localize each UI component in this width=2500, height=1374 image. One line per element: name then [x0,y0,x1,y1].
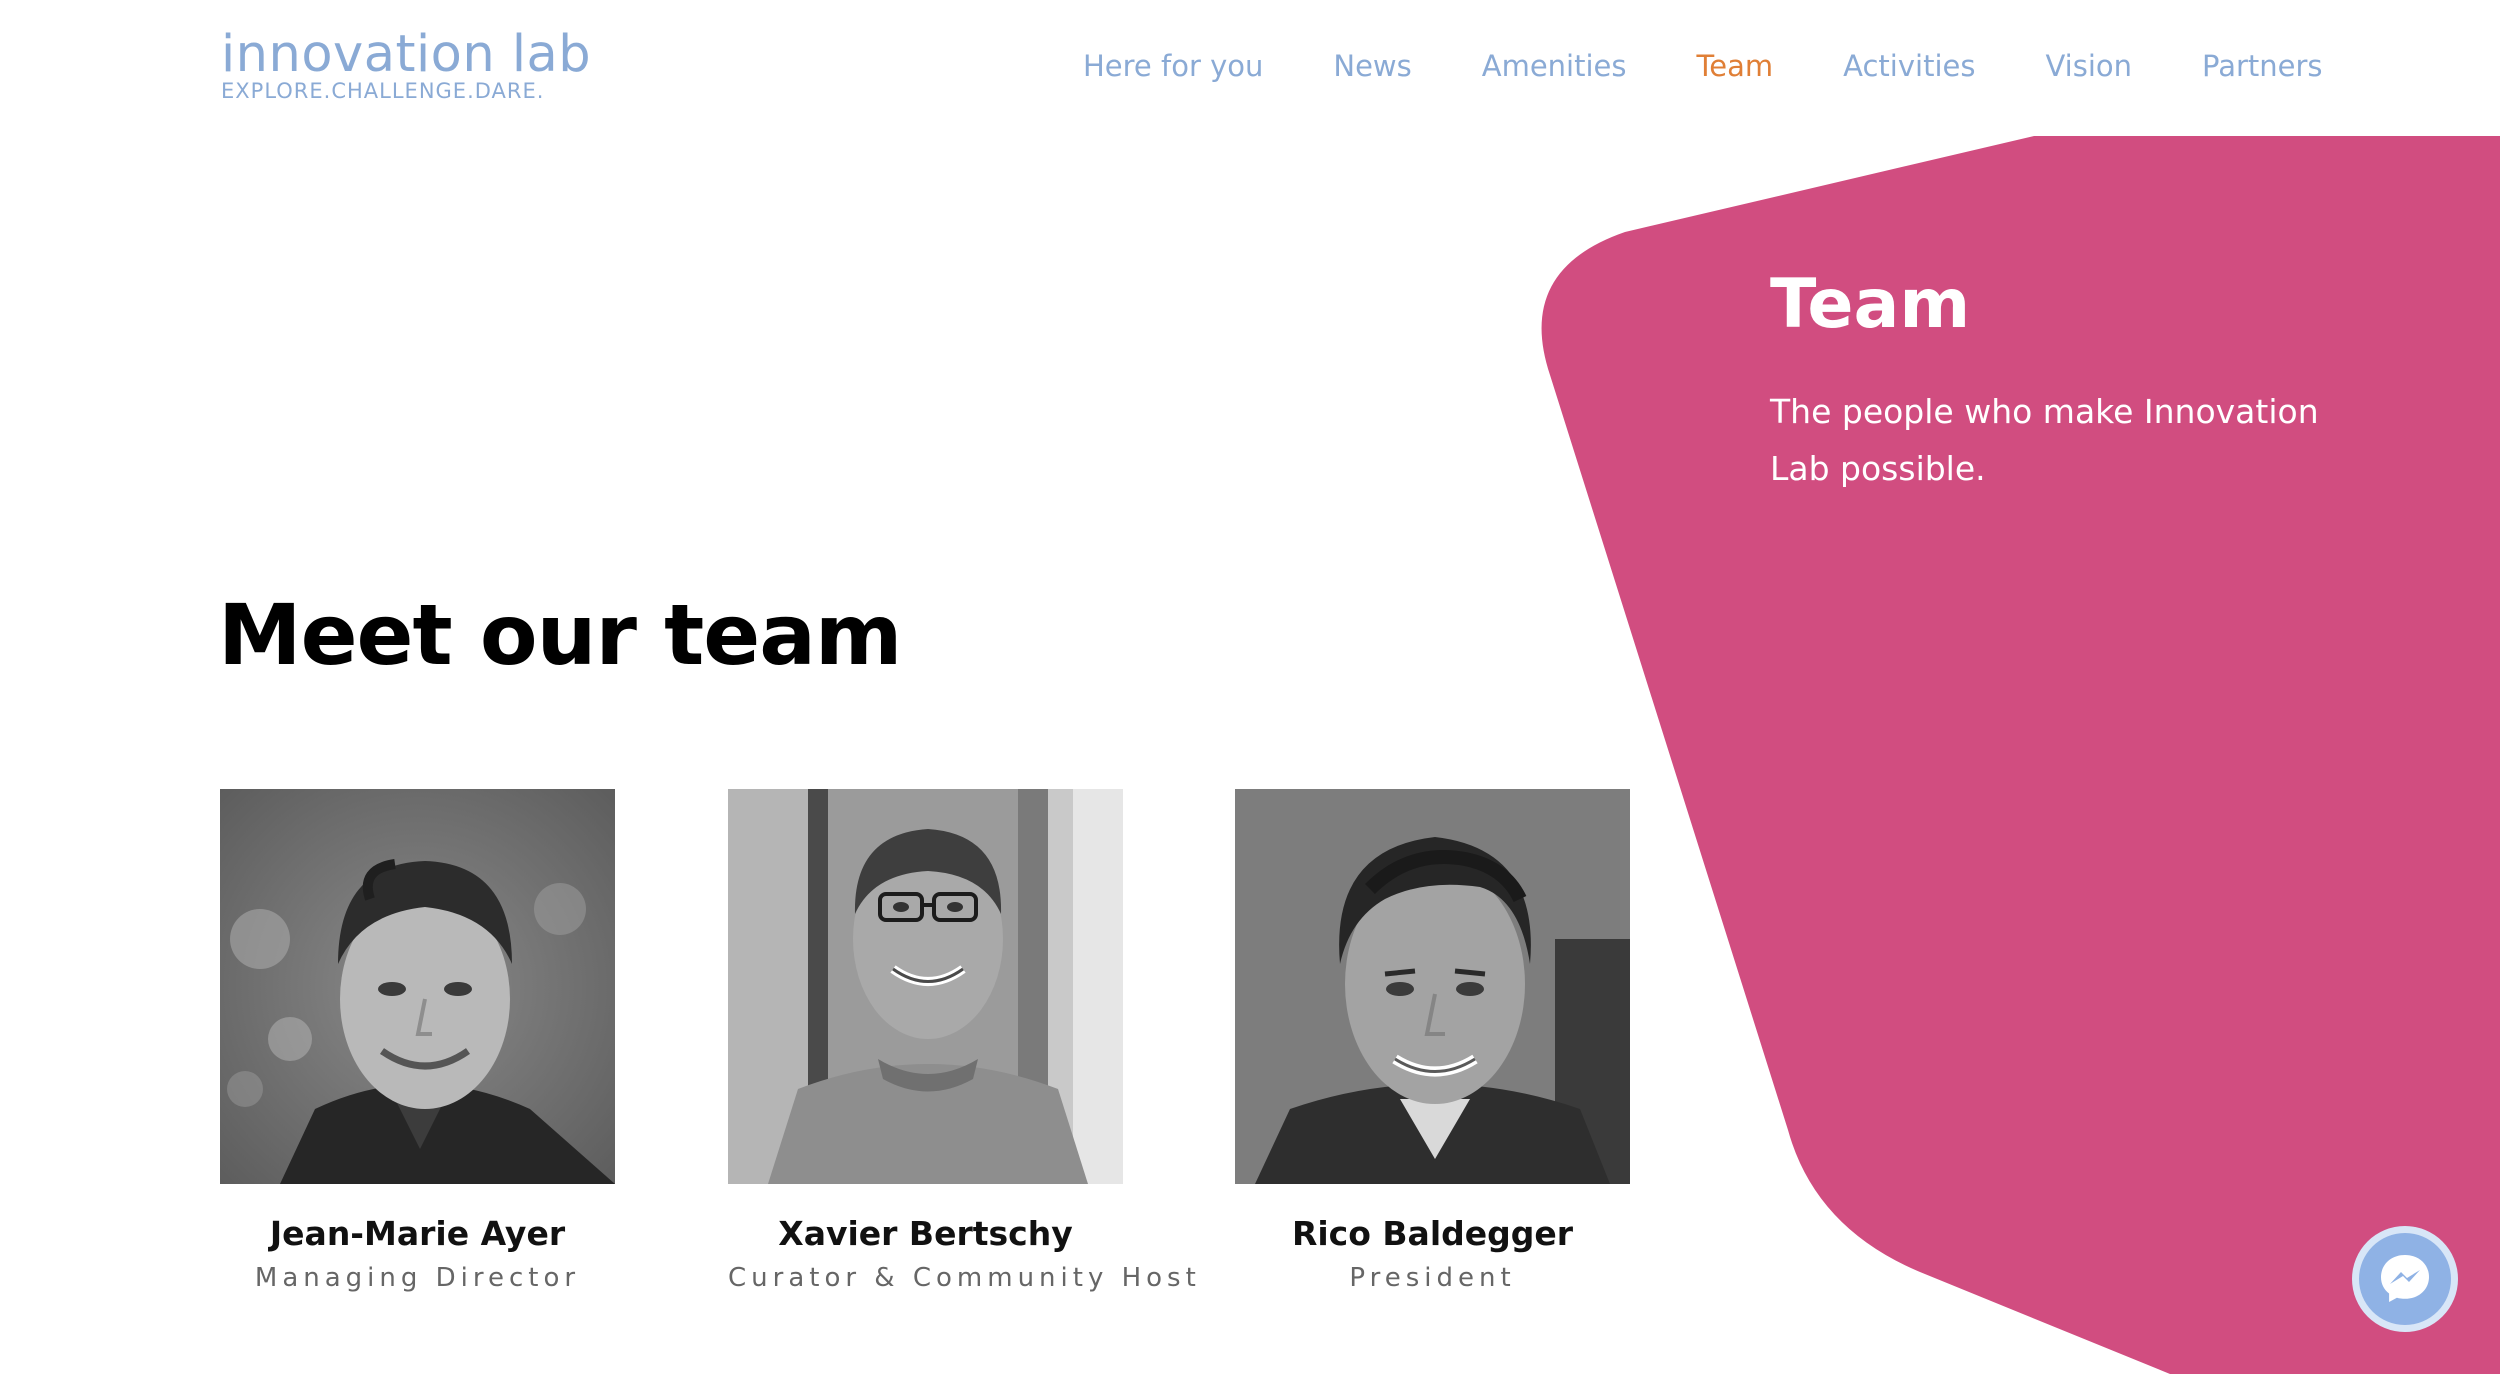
nav-item-news[interactable]: News [1333,48,1411,84]
messenger-button-circle [2359,1233,2451,1325]
hero-title: Team [1770,265,1971,344]
member-name: Rico Baldegger [1291,1214,1574,1253]
nav-item-activities[interactable]: Activities [1843,48,1975,84]
logo-title: innovation lab [221,25,592,84]
nav-item-partners[interactable]: Partners [2202,48,2323,84]
nav-item-amenities[interactable]: Amenities [1482,48,1627,84]
member-photo [728,789,1123,1184]
nav-item-vision[interactable]: Vision [2045,48,2132,84]
section-title: Meet our team [218,586,902,684]
logo-tagline: EXPLORE.CHALLENGE.DARE. [221,79,545,103]
member-role: Curator & Community Host [728,1263,1201,1293]
member-name: Jean-Marie Ayer [269,1214,566,1253]
member-photo [220,789,615,1184]
nav-item-here-for-you[interactable]: Here for you [1083,48,1263,84]
messenger-chat-button[interactable] [2352,1226,2458,1332]
member-photo [1235,789,1630,1184]
member-role: President [1349,1263,1516,1293]
member-name: Xavier Bertschy [778,1214,1073,1253]
member-role: Managing Director [254,1263,581,1293]
team-member-card: Rico Baldegger President [1235,789,1630,1294]
messenger-icon [2381,1255,2429,1302]
nav-item-team[interactable]: Team [1697,48,1774,84]
team-member-card: Jean-Marie Ayer Managing Director [220,789,615,1294]
site-logo[interactable]: innovation lab EXPLORE.CHALLENGE.DARE. [221,26,591,104]
main-nav: Here for you News Amenities Team Activit… [1083,48,2323,84]
team-member-card: Xavier Bertschy Curator & Community Host [728,789,1201,1294]
hero-subtitle: The people who make Innovation Lab possi… [1770,392,2319,488]
